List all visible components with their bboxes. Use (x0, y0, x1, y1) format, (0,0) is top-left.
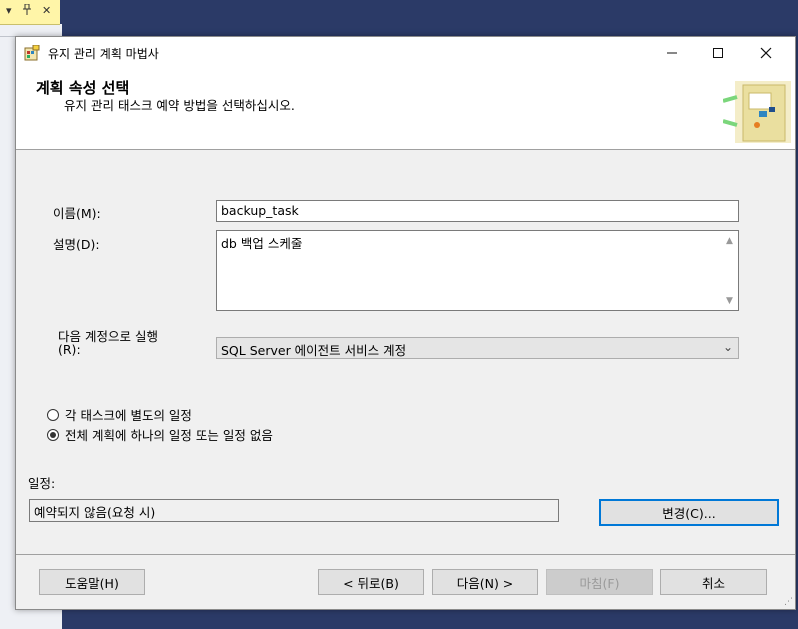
radio-single-schedule[interactable]: 전체 계획에 하나의 일정 또는 일정 없음 (47, 425, 273, 444)
description-label: 설명(D): (53, 237, 100, 252)
scroll-down-icon[interactable]: ▼ (721, 292, 738, 309)
radio-button-selected-icon[interactable] (47, 428, 59, 441)
minimize-icon (667, 52, 677, 54)
run-as-value: SQL Server 에이전트 서비스 계정 (221, 343, 407, 358)
name-label: 이름(M): (53, 206, 101, 221)
window-title: 유지 관리 계획 마법사 (48, 47, 159, 61)
ide-background (0, 0, 798, 36)
radio-button-icon[interactable] (47, 408, 59, 421)
wizard-header: 계획 속성 선택 유지 관리 태스크 예약 방법을 선택하십시오. (16, 69, 795, 150)
maintenance-plan-wizard-dialog: 유지 관리 계획 마법사 계획 속성 선택 유지 관리 태스크 예약 방법을 선… (15, 36, 796, 610)
description-scrollbar[interactable]: ▲ ▼ (721, 231, 738, 310)
footer-divider (16, 554, 795, 555)
wizard-graphic-icon (723, 81, 791, 143)
pin-icon[interactable] (22, 3, 32, 18)
maximize-button[interactable] (695, 37, 741, 69)
chevron-down-icon: ⌄ (722, 340, 733, 354)
radio-separate-label: 각 태스크에 별도의 일정 (65, 408, 192, 423)
help-button[interactable]: 도움말(H) (39, 569, 145, 595)
next-button[interactable]: 다음(N) > (432, 569, 538, 595)
close-pane-icon[interactable]: ✕ (42, 4, 51, 17)
description-textarea[interactable]: db 백업 스케줄 ▲ ▼ (216, 230, 739, 311)
ide-pane-tab: ▾ ✕ (0, 0, 60, 25)
change-schedule-button[interactable]: 변경(C)... (599, 499, 779, 526)
radio-single-label: 전체 계획에 하나의 일정 또는 일정 없음 (65, 428, 273, 443)
cancel-button[interactable]: 취소 (660, 569, 767, 595)
description-text: db 백업 스케줄 (221, 236, 303, 251)
back-button[interactable]: < 뒤로(B) (318, 569, 424, 595)
page-subtitle: 유지 관리 태스크 예약 방법을 선택하십시오. (64, 98, 295, 113)
schedule-readonly-field: 예약되지 않음(요청 시) (29, 499, 559, 522)
minimize-button[interactable] (649, 37, 695, 69)
schedule-label: 일정: (28, 476, 56, 491)
radio-separate-schedules[interactable]: 각 태스크에 별도의 일정 (47, 405, 192, 424)
maximize-icon (713, 48, 723, 58)
resize-grip-icon[interactable]: ⋰ (784, 597, 793, 607)
scroll-up-icon[interactable]: ▲ (721, 232, 738, 249)
wizard-app-icon (24, 45, 40, 61)
run-as-label: 다음 계정으로 실행 (R): (58, 330, 158, 356)
run-as-dropdown[interactable]: SQL Server 에이전트 서비스 계정 ⌄ (216, 337, 739, 359)
run-as-label-line2: (R): (58, 342, 81, 357)
finish-button[interactable]: 마침(F) (546, 569, 653, 595)
dropdown-arrow-icon[interactable]: ▾ (6, 4, 12, 17)
title-bar: 유지 관리 계획 마법사 (16, 37, 795, 69)
close-icon (760, 47, 772, 59)
name-input[interactable]: backup_task (216, 200, 739, 222)
close-button[interactable] (743, 37, 789, 69)
